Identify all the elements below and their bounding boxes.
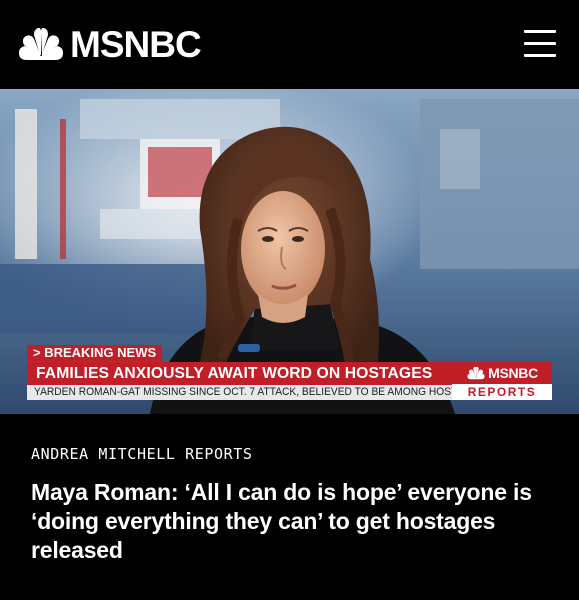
menu-line — [524, 42, 556, 45]
site-header: MSNBC — [0, 0, 579, 88]
channel-bug-name: MSNBC — [488, 365, 538, 381]
video-headline: FAMILIES ANXIOUSLY AWAIT WORD ON HOSTAGE… — [36, 365, 433, 382]
peacock-icon — [19, 27, 63, 60]
logo-text: MSNBC — [70, 23, 202, 65]
menu-line — [524, 54, 556, 57]
show-kicker[interactable]: ANDREA MITCHELL REPORTS — [31, 445, 253, 463]
news-lower-third: > BREAKING NEWS FAMILIES ANXIOUSLY AWAIT… — [0, 89, 579, 414]
hamburger-menu-icon[interactable] — [524, 28, 556, 60]
peacock-icon — [467, 366, 485, 380]
msnbc-logo[interactable]: MSNBC — [16, 22, 202, 66]
video-subheadline: YARDEN ROMAN-GAT MISSING SINCE OCT. 7 AT… — [34, 386, 485, 398]
channel-bug: MSNBC REPORTS — [452, 362, 552, 400]
video-still[interactable]: > BREAKING NEWS FAMILIES ANXIOUSLY AWAIT… — [0, 89, 579, 414]
channel-bug-show: REPORTS — [467, 385, 537, 399]
menu-line — [524, 30, 556, 33]
breaking-news-tag: > BREAKING NEWS — [27, 345, 163, 361]
channel-bug-top: MSNBC — [452, 362, 552, 384]
article-title[interactable]: Maya Roman: ‘All I can do is hope’ every… — [31, 478, 551, 565]
